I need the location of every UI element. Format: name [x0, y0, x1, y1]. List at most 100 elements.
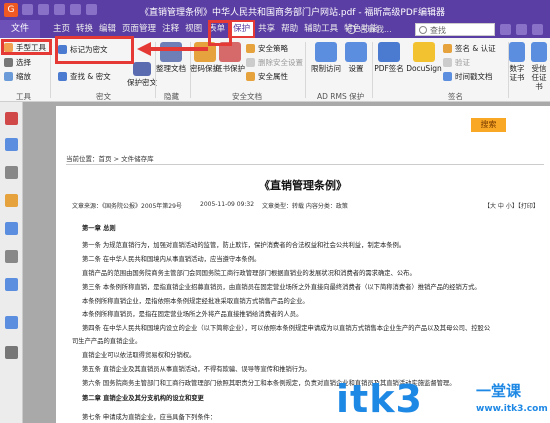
validate-icon: [443, 58, 452, 67]
tab-comment[interactable]: 注释: [159, 20, 182, 38]
tell-me-text: 告诉我...: [360, 25, 392, 34]
zoom-icon: [4, 72, 13, 81]
lightbulb-icon: [347, 25, 356, 34]
form-fields-icon[interactable]: [5, 250, 18, 263]
app-logo-icon: G: [4, 3, 18, 17]
article-source: 文章来源：《国务院公报》2005年第29号: [72, 203, 182, 210]
search-input[interactable]: 查找: [415, 23, 495, 36]
highlight-protect-tab: [208, 20, 232, 46]
group-label-security: 安全文档: [232, 92, 262, 101]
clean-doc-icon: [160, 42, 182, 62]
annotation-arrow: [150, 47, 208, 51]
article-category: 文章类型：转载 内容分类：政策: [262, 203, 348, 210]
comment-icon[interactable]: [5, 194, 18, 207]
attachment-icon[interactable]: [5, 222, 18, 235]
help-icon[interactable]: [532, 24, 543, 35]
cursor-icon: [4, 58, 13, 67]
paragraph-line: 第四条 在中华人民共和国境内设立的企业（以下简称企业），可以依照本条例规定申请成…: [82, 325, 491, 332]
paragraph-line: 本条例所称直销企业，是指依照本条例规定经批准采取直销方式销售产品的企业。: [82, 298, 309, 305]
remove-security-icon: [246, 58, 255, 67]
certificate-protect-button[interactable]: 证书保护: [210, 42, 250, 73]
signature-panel-icon[interactable]: [5, 278, 18, 291]
menu-file[interactable]: 文件: [0, 20, 40, 38]
settings-icon[interactable]: [500, 24, 511, 35]
paragraph-line: 本条例所称直销员，是指在固定营业场所之外将产品直接推销给消费者的人员。: [82, 311, 303, 318]
annotation-arrowhead: [137, 42, 151, 56]
save-icon[interactable]: [38, 4, 49, 15]
tags-icon[interactable]: [5, 316, 18, 329]
trusted-cert-button[interactable]: 受信任证书: [528, 42, 550, 91]
highlight-mark-secret: [55, 36, 134, 64]
group-label-secret: 密文: [96, 92, 111, 101]
paragraph-line: 第五条 直销企业及其直销员从事直销活动，不得有欺骗、误导等宣传和推销行为。: [82, 366, 311, 373]
tab-view[interactable]: 视图: [182, 20, 205, 38]
chapter-heading: 第二章 直销企业及其分支机构的设立和变更: [82, 395, 204, 402]
layers-icon[interactable]: [5, 166, 18, 179]
tab-share[interactable]: 共享: [255, 20, 278, 38]
article-title: 《直销管理条例》: [259, 179, 347, 192]
bookmark-icon[interactable]: [5, 112, 18, 125]
apply-secret-icon: [133, 62, 151, 76]
document-page: 搜索 当前位置：首页 > 文件储存库 《直销管理条例》 文章来源：《国务院公报》…: [56, 106, 550, 423]
zoom-button[interactable]: 缩放: [4, 71, 31, 82]
search-placeholder: 查找: [430, 26, 446, 35]
paragraph-line: 直销产品的范围由国务院商务主管部门会同国务院工商行政管理部门根据直销业的发展状况…: [82, 270, 416, 277]
tell-me-box[interactable]: 告诉我...: [347, 23, 409, 36]
font-size-links[interactable]: 【大 中 小】【打印】: [484, 201, 539, 210]
tab-protect[interactable]: 保护: [228, 20, 256, 38]
policy-icon: [246, 44, 255, 53]
page-thumbnail-icon[interactable]: [5, 138, 18, 151]
window-title: 《直销管理条例》中华人民共和国商务部门户网站.pdf - 福昕高级PDF编辑器: [140, 8, 445, 18]
digital-id-button[interactable]: 数字证书: [506, 42, 528, 82]
navigation-panel: [0, 102, 23, 423]
paragraph-line: 直销企业可以依法取得贸易权和分销权。: [82, 352, 196, 359]
group-label-hidden: 隐藏: [164, 92, 179, 101]
properties-icon: [246, 72, 255, 81]
undo-icon[interactable]: [70, 4, 81, 15]
digital-id-icon: [509, 42, 525, 62]
title-bar: G 《直销管理条例》中华人民共和国商务部门户网站.pdf - 福昕高级PDF编辑…: [0, 0, 550, 20]
gear-icon: [345, 42, 367, 62]
sign-certify-button[interactable]: 签名 & 认证: [443, 43, 496, 54]
watermark-url: www.itk3.com: [476, 404, 548, 414]
paragraph-line: 第一条 为规范直销行为，加强对直销活动的监管，防止欺诈，保护消费者的合法权益和社…: [82, 242, 406, 249]
restrict-icon: [315, 42, 337, 62]
article-date: 2005-11-09 09:32: [200, 201, 255, 208]
group-label-sign: 签名: [448, 92, 463, 101]
find-icon: [58, 72, 67, 81]
watermark-text: itk3: [336, 377, 423, 421]
print-icon[interactable]: [54, 4, 65, 15]
trusted-cert-icon: [531, 42, 547, 62]
remove-security-button[interactable]: 删除安全设置: [246, 57, 303, 68]
page-search-button[interactable]: 搜索: [471, 118, 506, 132]
find-secret-button[interactable]: 查找 & 密文: [58, 71, 111, 82]
pdf-sign-icon: [378, 42, 400, 62]
divider: [66, 164, 544, 165]
paragraph-line: 第三条 本条例所称直销，是指直销企业招募直销员，由直销员在固定营业场所之外直接向…: [82, 284, 481, 291]
paragraph-line: 第二条 在中华人民共和国境内从事直销活动，应当遵守本条例。: [82, 256, 261, 263]
paragraph-line: 司生产产品的直销企业。: [72, 338, 142, 345]
select-button[interactable]: 选择: [4, 57, 31, 68]
open-icon[interactable]: [22, 4, 33, 15]
search-panel-icon[interactable]: [5, 346, 18, 359]
validate-button[interactable]: 验证: [443, 57, 470, 68]
group-label-tools: 工具: [16, 92, 31, 101]
docusign-icon: [413, 42, 435, 62]
security-policy-button[interactable]: 安全策略: [246, 43, 288, 54]
group-label-adrms: AD RMS 保护: [317, 92, 365, 101]
site-watermark: itk3 一堂课 www.itk3.com: [336, 377, 550, 423]
highlight-hand-tool: [1, 39, 52, 55]
breadcrumb: 当前位置：首页 > 文件储存库: [66, 155, 154, 163]
pdf-sign-button[interactable]: PDF签名: [369, 42, 409, 73]
paragraph-line: 第七条 申请成为直销企业，应当具备下列条件：: [82, 414, 217, 421]
docusign-button[interactable]: DocuSign: [404, 42, 444, 73]
security-properties-button[interactable]: 安全属性: [246, 71, 288, 82]
watermark-cn: 一堂课: [476, 382, 522, 400]
sign-certify-icon: [443, 44, 452, 53]
window-restore-icon[interactable]: [516, 24, 527, 35]
tab-help[interactable]: 帮助: [278, 20, 301, 38]
timestamp-button[interactable]: 时间戳文档: [443, 71, 493, 82]
redo-icon[interactable]: [86, 4, 97, 15]
clock-icon: [443, 72, 452, 81]
tab-accessibility[interactable]: 辅助工具: [301, 20, 341, 38]
